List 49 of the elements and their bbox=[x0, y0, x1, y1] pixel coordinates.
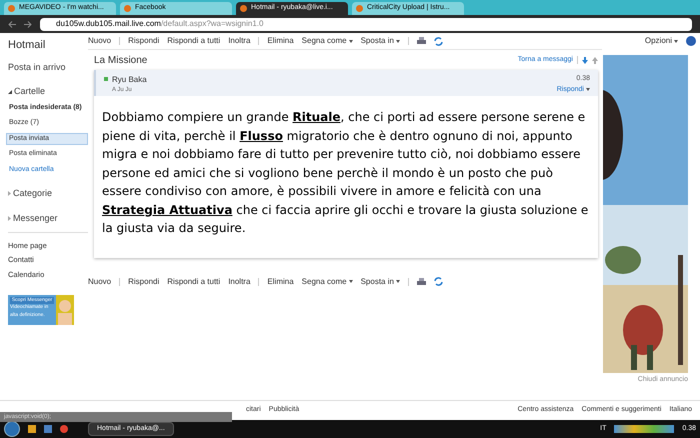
section-link[interactable]: Messenger bbox=[13, 212, 58, 225]
caret-icon bbox=[396, 40, 400, 42]
refresh-icon[interactable] bbox=[434, 36, 443, 46]
toolbar-button[interactable]: Inoltra bbox=[228, 35, 250, 47]
toolbar-menu-button[interactable]: Sposta in bbox=[360, 276, 400, 288]
page-icon bbox=[8, 5, 15, 12]
caret-icon bbox=[396, 280, 400, 283]
back-icon[interactable] bbox=[8, 20, 16, 28]
forward-icon[interactable] bbox=[24, 20, 32, 28]
toolbar-button[interactable]: Rispondi a tutti bbox=[167, 276, 220, 288]
toolbar-button[interactable]: Rispondi a tutti bbox=[167, 35, 220, 47]
expand-icon[interactable] bbox=[8, 191, 11, 196]
caret-icon bbox=[348, 40, 353, 42]
toolbar-button[interactable]: Nuovo bbox=[88, 35, 112, 47]
address-field[interactable]: du105w.dub105.mail.live.com/default.aspx?wa=wsignin1.0 bbox=[40, 18, 692, 30]
toolbar-menu-button[interactable]: Segna come bbox=[302, 276, 353, 288]
message-body: Dobbiamo compiere un grande Rituale, che ci porti ad essere persone serene e piene di vita, perchè il Flusso migratorio che è dentro ognuno di noi, appunto migra e noi dobbiamo fare di tutto per prevenire tutto ciò, noi dobbiamo essere persone ed amici che si vogliono bene perchè il mondo è un posto che può essere condiviso con amore, è possibili vivere in amore e felicità con una Strategia Attuativa che ci faccia aprire gli occhi e trovare la giusta soluzione e la giusta via da seguire. bbox=[101, 109, 590, 237]
collapse-icon[interactable] bbox=[8, 90, 12, 94]
printer-icon[interactable] bbox=[416, 278, 426, 286]
section-link[interactable]: Categorie bbox=[13, 187, 52, 200]
printer-icon[interactable] bbox=[416, 37, 426, 45]
page-icon bbox=[124, 5, 131, 12]
down-arrow-icon[interactable] bbox=[582, 56, 588, 64]
url-path: /default.aspx?wa=wsignin1.0 bbox=[160, 18, 264, 30]
message-subject: La Missione bbox=[94, 54, 148, 68]
refresh-icon[interactable] bbox=[434, 277, 443, 286]
caret-icon bbox=[348, 280, 353, 283]
folders-header[interactable]: Cartelle bbox=[14, 85, 46, 98]
page-icon bbox=[240, 5, 247, 12]
caret-icon bbox=[586, 88, 590, 92]
toolbar-button[interactable]: Rispondi bbox=[128, 35, 160, 47]
url-host: du105w.dub105.mail.live.com bbox=[56, 18, 161, 30]
up-arrow-icon[interactable] bbox=[592, 56, 598, 64]
app-title: Hotmail bbox=[8, 38, 46, 53]
sender-name[interactable]: Ryu Baka bbox=[112, 74, 147, 86]
toolbar-menu-button[interactable]: Sposta in bbox=[360, 35, 400, 47]
toolbar-button[interactable]: Nuovo bbox=[88, 276, 112, 288]
toolbar-button[interactable]: Rispondi bbox=[128, 276, 160, 288]
options-menu[interactable]: Opzioni bbox=[644, 35, 678, 47]
page-icon bbox=[356, 5, 363, 12]
toolbar-button[interactable]: Inoltra bbox=[228, 276, 250, 288]
inbox-link[interactable]: Posta in arrivo bbox=[8, 60, 88, 74]
start-button[interactable] bbox=[4, 421, 20, 437]
toolbar-button[interactable]: Elimina bbox=[267, 276, 294, 288]
avatar-icon bbox=[56, 294, 74, 325]
caret-icon bbox=[674, 40, 678, 42]
expand-icon[interactable] bbox=[8, 216, 11, 221]
toolbar-menu-button[interactable]: Segna come bbox=[302, 35, 353, 47]
toolbar-button[interactable]: Elimina bbox=[267, 35, 294, 47]
